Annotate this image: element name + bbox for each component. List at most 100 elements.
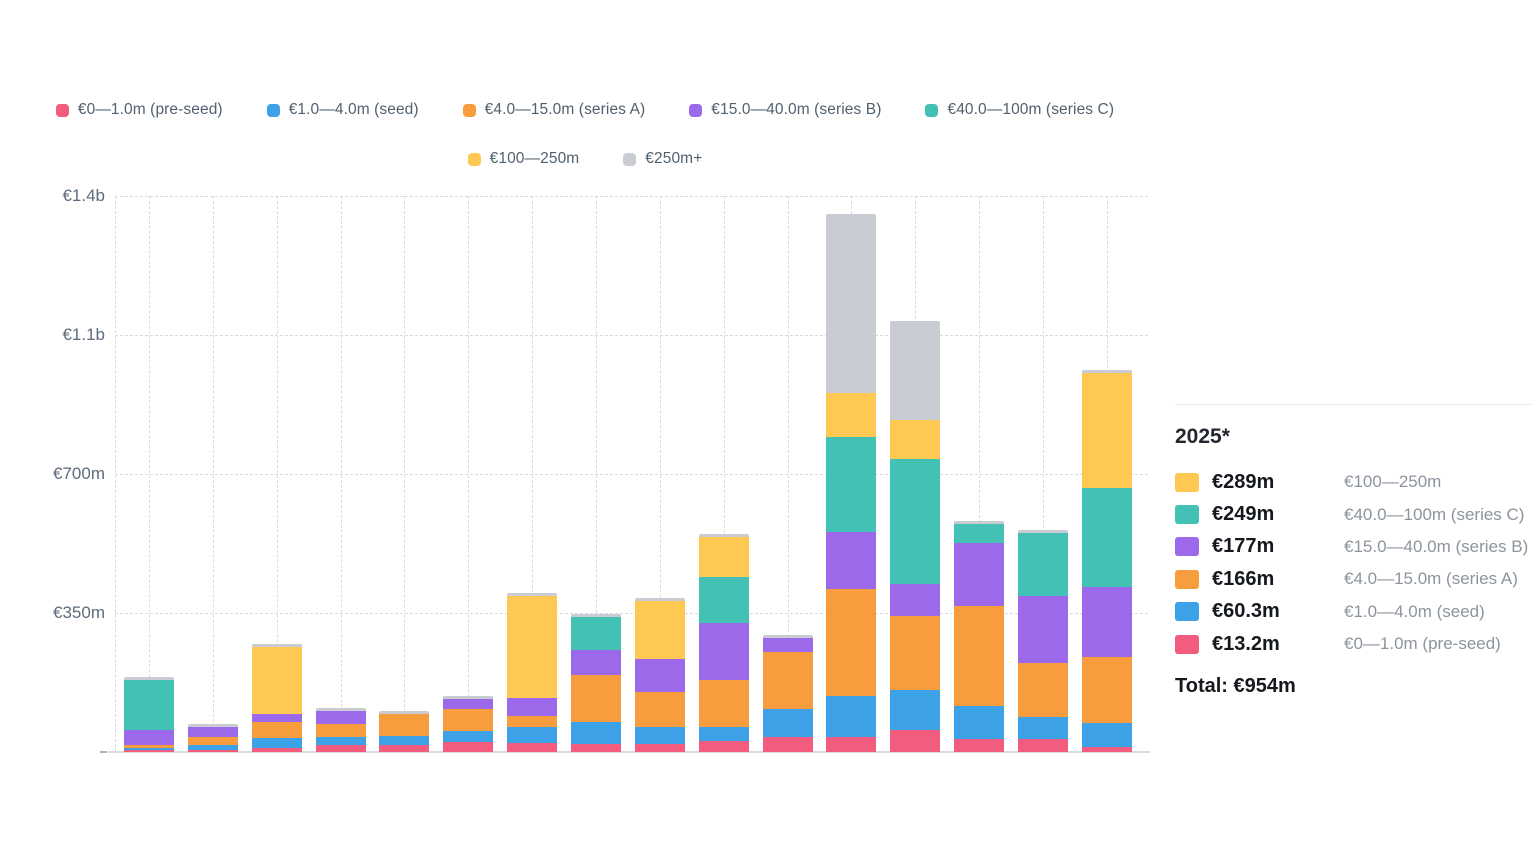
legend-item[interactable]: €250m+ — [623, 150, 702, 168]
bar-segment[interactable] — [379, 714, 429, 736]
bar-segment[interactable] — [316, 724, 366, 737]
stacked-bar[interactable] — [507, 593, 557, 752]
stacked-bar[interactable] — [252, 644, 302, 752]
bar-segment[interactable] — [316, 711, 366, 724]
bar-segment[interactable] — [507, 743, 557, 752]
bar-segment[interactable] — [826, 532, 876, 590]
bar-segment[interactable] — [954, 606, 1004, 706]
bar-segment[interactable] — [699, 577, 749, 623]
bar-segment[interactable] — [252, 722, 302, 738]
bar-segment[interactable] — [954, 739, 1004, 752]
bar-segment[interactable] — [1018, 533, 1068, 596]
legend-item[interactable]: €0—1.0m (pre-seed) — [56, 101, 223, 119]
bar-segment[interactable] — [763, 652, 813, 710]
bar-segment[interactable] — [188, 727, 238, 737]
bar-segment[interactable] — [507, 727, 557, 743]
stacked-bar[interactable] — [826, 214, 876, 752]
bar-segment[interactable] — [252, 748, 302, 752]
bar-segment[interactable] — [763, 709, 813, 736]
bar-segment[interactable] — [252, 647, 302, 715]
stacked-bar[interactable] — [1018, 530, 1068, 752]
stacked-bar[interactable] — [890, 321, 940, 752]
bar-segment[interactable] — [124, 750, 174, 752]
bar-segment[interactable] — [826, 393, 876, 437]
bar-segment[interactable] — [571, 650, 621, 675]
bar-segment[interactable] — [890, 459, 940, 584]
bar-segment[interactable] — [954, 524, 1004, 543]
stacked-bar[interactable] — [188, 724, 238, 752]
bar-segment[interactable] — [507, 596, 557, 698]
bar-segment[interactable] — [1018, 717, 1068, 739]
bar-segment[interactable] — [954, 706, 1004, 739]
stacked-bar[interactable] — [316, 708, 366, 752]
legend-item[interactable]: €40.0—100m (series C) — [925, 101, 1114, 119]
bar-segment[interactable] — [252, 714, 302, 722]
bar-segment[interactable] — [507, 698, 557, 716]
bar-segment[interactable] — [316, 737, 366, 745]
bar-segment[interactable] — [699, 537, 749, 577]
stacked-bar[interactable] — [1082, 370, 1132, 752]
stacked-bar[interactable] — [763, 635, 813, 752]
bar-segment[interactable] — [188, 737, 238, 745]
bar-segment[interactable] — [826, 737, 876, 752]
bar-segment[interactable] — [1082, 373, 1132, 488]
bar-segment[interactable] — [124, 730, 174, 745]
bar-segment[interactable] — [188, 750, 238, 752]
stacked-bar[interactable] — [699, 534, 749, 752]
bar-segment[interactable] — [890, 324, 940, 421]
bar-segment[interactable] — [571, 675, 621, 722]
bar-segment[interactable] — [890, 616, 940, 690]
bar-segment[interactable] — [635, 692, 685, 726]
bar-segment[interactable] — [1082, 587, 1132, 657]
bar-segment[interactable] — [1082, 747, 1132, 752]
bar-segment[interactable] — [890, 584, 940, 616]
bar-segment[interactable] — [826, 437, 876, 532]
legend-item[interactable]: €4.0—15.0m (series A) — [463, 101, 646, 119]
bar-segment[interactable] — [699, 727, 749, 741]
bar-segment[interactable] — [826, 696, 876, 737]
stacked-bar[interactable] — [571, 614, 621, 752]
stacked-bar[interactable] — [954, 521, 1004, 752]
bar-segment[interactable] — [1082, 723, 1132, 747]
bar-segment[interactable] — [379, 745, 429, 752]
bar-segment[interactable] — [1018, 739, 1068, 752]
bar-segment[interactable] — [571, 617, 621, 650]
bar-segment[interactable] — [379, 736, 429, 745]
stacked-bar[interactable] — [379, 711, 429, 752]
bar-segment[interactable] — [763, 737, 813, 752]
bar-segment[interactable] — [124, 680, 174, 730]
bar-segment[interactable] — [890, 690, 940, 731]
legend-item[interactable]: €100—250m — [468, 150, 580, 168]
bar-segment[interactable] — [635, 744, 685, 752]
stacked-bar[interactable] — [124, 677, 174, 752]
bar-segment[interactable] — [1018, 663, 1068, 717]
bar-segment[interactable] — [1082, 488, 1132, 587]
bar-segment[interactable] — [1082, 657, 1132, 723]
bar-segment[interactable] — [635, 727, 685, 744]
bar-segment[interactable] — [890, 730, 940, 752]
bar-segment[interactable] — [443, 709, 493, 731]
bar-segment[interactable] — [443, 731, 493, 742]
bar-segment[interactable] — [826, 217, 876, 393]
bar-segment[interactable] — [890, 420, 940, 459]
bar-segment[interactable] — [316, 745, 366, 752]
bar-segment[interactable] — [763, 638, 813, 652]
bar-segment[interactable] — [507, 716, 557, 727]
stacked-bar[interactable] — [635, 598, 685, 752]
bar-segment[interactable] — [826, 589, 876, 696]
bar-segment[interactable] — [443, 699, 493, 709]
bar-segment[interactable] — [635, 601, 685, 659]
bar-segment[interactable] — [699, 680, 749, 727]
bar-segment[interactable] — [699, 623, 749, 680]
legend-item[interactable]: €15.0—40.0m (series B) — [689, 101, 881, 119]
legend-item[interactable]: €1.0—4.0m (seed) — [267, 101, 419, 119]
bar-segment[interactable] — [699, 741, 749, 752]
bar-segment[interactable] — [571, 722, 621, 744]
bar-segment[interactable] — [571, 744, 621, 752]
stacked-bar[interactable] — [443, 696, 493, 752]
bar-segment[interactable] — [443, 742, 493, 752]
bar-segment[interactable] — [954, 543, 1004, 606]
bar-segment[interactable] — [635, 659, 685, 692]
bar-segment[interactable] — [252, 738, 302, 748]
bar-segment[interactable] — [1018, 596, 1068, 663]
